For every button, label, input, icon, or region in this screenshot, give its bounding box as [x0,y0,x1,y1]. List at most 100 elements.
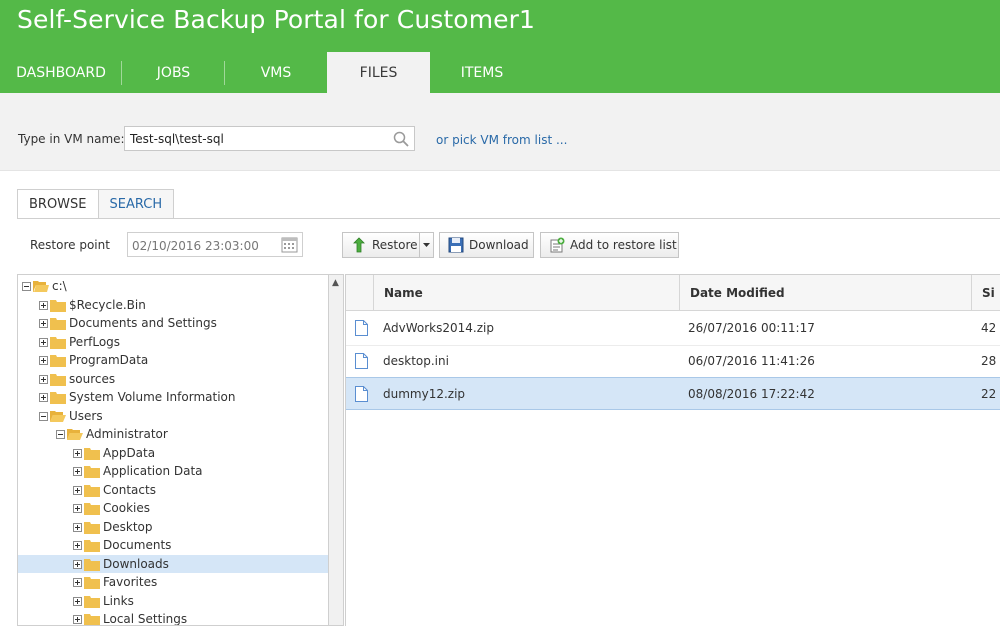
expand-toggle[interactable] [73,577,82,587]
scroll-up-icon[interactable]: ▲ [332,278,339,288]
grid-header-icon-col [346,275,373,311]
folder-icon [84,465,100,478]
add-to-restore-list-button[interactable]: Add to restore list [540,232,679,258]
add-to-list-icon [550,237,565,253]
tree-item-selected[interactable]: Downloads [18,555,328,573]
expand-toggle[interactable] [73,466,82,476]
nav-tab-vms[interactable]: VMS [225,52,327,93]
expand-toggle[interactable] [39,355,48,365]
restore-point-label: Restore point [30,238,110,252]
vm-name-input[interactable]: Test-sql\test-sql [124,126,415,151]
file-size: 28 [981,354,997,368]
folder-icon [84,558,100,571]
add-to-restore-list-label: Add to restore list [570,238,677,252]
tree-item[interactable]: Cookies [18,499,328,517]
tree-item-label: AppData [103,446,156,460]
tree-item[interactable]: ProgramData [18,351,328,369]
tree-item-label: Local Settings [103,612,188,626]
expand-toggle[interactable] [39,392,48,402]
calendar-icon[interactable] [281,236,298,253]
folder-icon [50,373,66,386]
tree-item[interactable]: System Volume Information [18,388,328,406]
files-panel: BROWSE SEARCH Restore point 02/10/2016 2… [17,172,1000,626]
folder-icon [50,299,66,312]
table-row[interactable]: AdvWorks2014.zip 26/07/2016 00:11:17 42 [346,312,1000,345]
pick-vm-link[interactable]: or pick VM from list ... [436,133,567,147]
tree-item-label: ProgramData [69,353,149,367]
file-date-modified: 26/07/2016 00:11:17 [688,321,815,335]
expand-toggle[interactable] [73,540,82,550]
tree-item-label: Administrator [86,427,168,441]
restore-dropdown-toggle[interactable] [419,233,433,257]
tab-search[interactable]: SEARCH [97,189,175,219]
tree-scrollbar[interactable]: ▲ [328,274,344,626]
table-row[interactable]: desktop.ini 06/07/2016 11:41:26 28 [346,345,1000,378]
tree-item-label: Contacts [103,483,156,497]
vm-name-value: Test-sql\test-sql [130,132,224,146]
download-button[interactable]: Download [439,232,534,258]
search-icon[interactable] [392,130,410,148]
tree-item[interactable]: c:\ [18,277,328,295]
nav-tab-files[interactable]: FILES [327,52,430,93]
tree-item[interactable]: PerfLogs [18,333,328,351]
restore-button[interactable]: Restore [342,232,434,258]
expand-toggle[interactable] [73,559,82,569]
expand-toggle[interactable] [39,337,48,347]
column-header-size[interactable]: Si [971,275,1000,311]
table-row-selected[interactable]: dummy12.zip 08/08/2016 17:22:42 22 [346,377,1000,410]
file-icon [355,386,368,402]
folder-icon [50,354,66,367]
tree-item-label: Application Data [103,464,203,478]
expand-toggle[interactable] [73,448,82,458]
file-name: dummy12.zip [383,387,466,401]
expand-toggle[interactable] [73,503,82,513]
tree-item-label: Documents and Settings [69,316,217,330]
collapse-toggle[interactable] [22,281,31,291]
file-grid: Name Date Modified Si AdvWorks2014.zip 2… [345,274,1000,626]
column-header-name[interactable]: Name [373,275,679,311]
app-title: Self-Service Backup Portal for Customer1 [17,5,536,34]
tab-browse[interactable]: BROWSE [17,189,99,219]
tree-item[interactable]: Administrator [18,425,328,443]
collapse-toggle[interactable] [39,411,48,421]
folder-icon [84,484,100,497]
download-icon [448,237,464,253]
file-icon [355,320,368,336]
tree-item[interactable]: Favorites [18,573,328,591]
tree-item[interactable]: Desktop [18,518,328,536]
expand-toggle[interactable] [39,300,48,310]
tree-item[interactable]: Local Settings [18,610,328,626]
tree-item[interactable]: Users [18,407,328,425]
tree-item[interactable]: Application Data [18,462,328,480]
nav-tab-dashboard[interactable]: DASHBOARD [0,52,122,93]
tree-item[interactable]: Documents [18,536,328,554]
expand-toggle[interactable] [39,318,48,328]
app-header: Self-Service Backup Portal for Customer1… [0,0,1000,93]
tree-item[interactable]: sources [18,370,328,388]
nav-tab-jobs[interactable]: JOBS [122,52,225,93]
tree-item[interactable]: Links [18,592,328,610]
vm-name-label: Type in VM name: [18,132,125,146]
collapse-toggle[interactable] [56,429,65,439]
chevron-down-icon [423,242,430,247]
column-header-date-modified[interactable]: Date Modified [679,275,971,311]
expand-toggle[interactable] [73,614,82,624]
folder-icon [84,521,100,534]
tree-item-label: sources [69,372,116,386]
tree-item[interactable]: Contacts [18,481,328,499]
tree-item[interactable]: AppData [18,444,328,462]
tree-item-label: c:\ [52,279,67,293]
expand-toggle[interactable] [73,485,82,495]
folder-tree[interactable]: c:\ $Recycle.Bin Documents and Settings … [17,274,328,626]
restore-point-value: 02/10/2016 23:03:00 [132,239,259,253]
expand-toggle[interactable] [73,596,82,606]
expand-toggle[interactable] [39,374,48,384]
restore-point-field[interactable]: 02/10/2016 23:03:00 [127,232,303,257]
expand-toggle[interactable] [73,522,82,532]
tree-item[interactable]: Documents and Settings [18,314,328,332]
tree-item-label: System Volume Information [69,390,236,404]
nav-tab-items[interactable]: ITEMS [430,52,534,93]
tree-item[interactable]: $Recycle.Bin [18,296,328,314]
tree-item-label: Downloads [103,557,169,571]
tree-item-label: Users [69,409,103,423]
